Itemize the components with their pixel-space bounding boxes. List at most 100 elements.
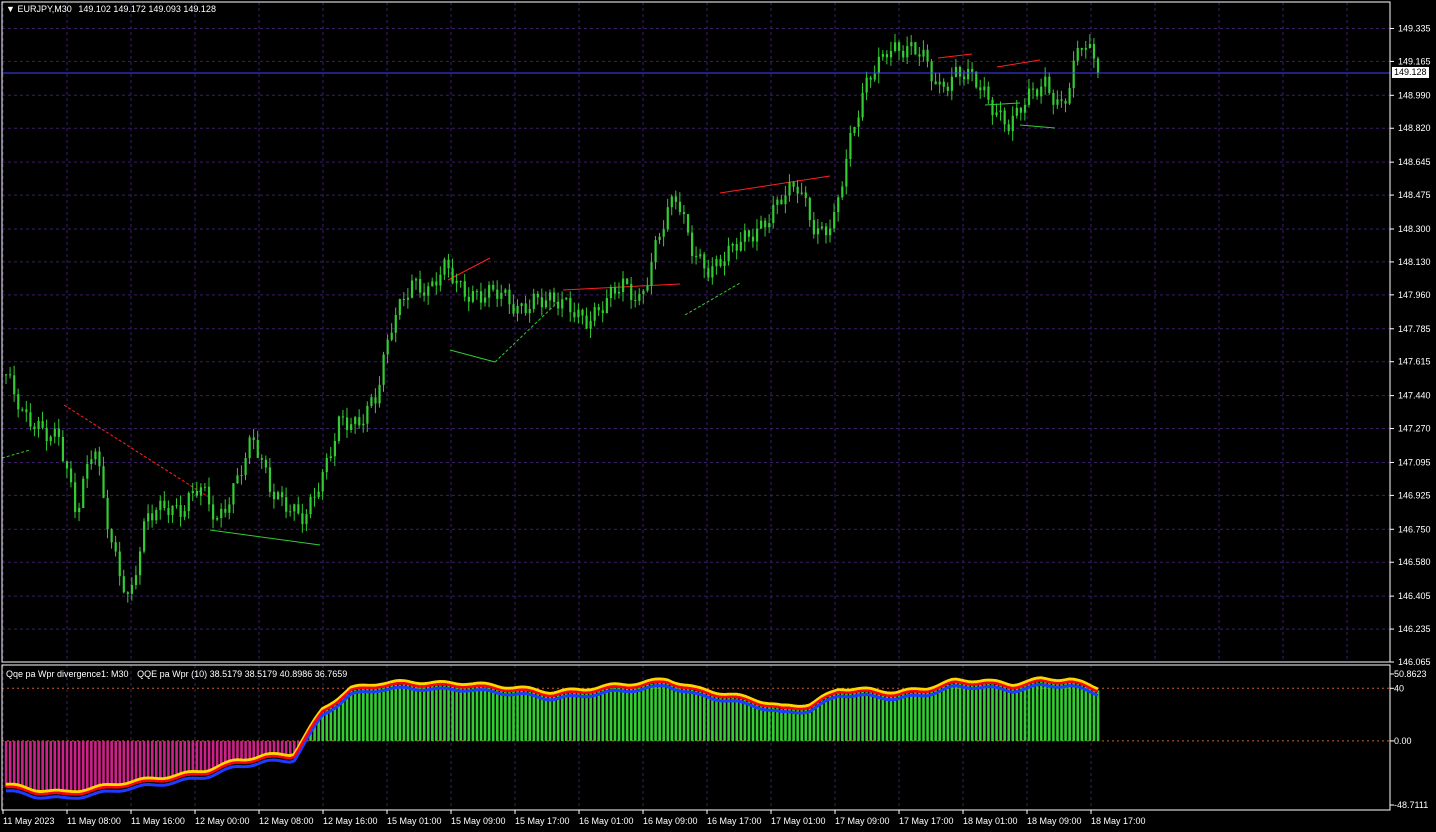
histogram-bar: [938, 687, 942, 741]
candle-body: [800, 192, 803, 194]
candle-body: [130, 585, 134, 594]
histogram-bar: [739, 699, 743, 741]
histogram-bar: [406, 684, 410, 741]
histogram-bar: [569, 693, 572, 741]
candle-body: [423, 292, 426, 296]
candle-body: [106, 497, 109, 530]
candle-body: [443, 259, 446, 275]
histogram-bar: [877, 693, 881, 741]
divergence-line: [562, 283, 681, 291]
histogram-bar: [605, 688, 609, 741]
candle-body: [394, 315, 397, 333]
candle-body: [504, 289, 507, 293]
histogram-bar: [617, 687, 621, 741]
candle-body: [431, 281, 434, 287]
divergence-line: [449, 349, 496, 363]
y-tick-label: 146.405: [1398, 591, 1431, 601]
y-tick-label: 147.095: [1398, 457, 1431, 467]
x-tick-label: 12 May 08:00: [259, 816, 314, 826]
candle-body: [163, 500, 166, 509]
candle-body: [13, 375, 16, 395]
histogram-bar: [861, 691, 864, 741]
candle-body: [337, 416, 341, 441]
y-tick-label: 149.335: [1398, 23, 1431, 33]
y-tick-label: 148.645: [1398, 157, 1431, 167]
histogram-bar: [386, 685, 389, 741]
candle-body: [414, 279, 418, 281]
x-tick-label: 11 May 08:00: [67, 816, 121, 826]
candle-body: [439, 274, 442, 286]
candle-body: [1076, 48, 1079, 61]
candle-body: [419, 279, 422, 293]
histogram-bar: [390, 685, 394, 741]
histogram-bar: [633, 685, 637, 741]
histogram-bar: [366, 687, 369, 741]
sub-y-tick-label: 0.00: [1394, 736, 1412, 746]
candle-body: [674, 196, 677, 202]
histogram-bar: [451, 685, 454, 741]
candle-body: [455, 280, 458, 284]
histogram-bar: [512, 690, 515, 741]
candle-body: [719, 259, 722, 266]
candle-body: [512, 304, 515, 314]
symbol-label: EURJPY,M30: [17, 4, 72, 14]
candle-body: [398, 299, 401, 316]
dropdown-triangle-icon[interactable]: ▼: [6, 4, 15, 14]
candle-body: [796, 186, 799, 194]
candle-body: [321, 472, 324, 492]
histogram-bar: [747, 700, 751, 741]
candle-body: [585, 315, 588, 329]
histogram-bar: [731, 697, 735, 741]
histogram-bar: [910, 692, 913, 741]
divergence-line: [1019, 124, 1056, 129]
histogram-bar: [841, 691, 844, 741]
histogram-bar: [455, 685, 458, 741]
time-axis[interactable]: 11 May 2023 11 May 08:00 11 May 16:00 12 Ma…: [2, 810, 1146, 826]
candle-body: [1084, 47, 1087, 50]
y-tick-label: 146.925: [1398, 490, 1431, 500]
candle-body: [459, 280, 462, 282]
histogram-bar: [711, 693, 714, 741]
candle-body: [366, 405, 369, 424]
histogram-bar: [987, 683, 990, 741]
histogram-bar: [524, 691, 527, 741]
candle-body: [224, 508, 227, 513]
price-axis[interactable]: 149.335 149.165 148.990 148.820 148.645 148.4…: [1390, 23, 1431, 667]
histogram-bar: [922, 691, 925, 741]
histogram-bar: [345, 693, 349, 741]
candle-body: [707, 268, 710, 278]
trading-chart[interactable]: 149.335 149.165 148.990 148.820 148.645 148.4…: [0, 0, 1436, 832]
candle-body: [1092, 43, 1096, 59]
candle-body: [37, 421, 40, 430]
histogram-bar: [784, 709, 787, 741]
histogram-bar: [1023, 684, 1027, 741]
histogram-bar: [73, 740, 77, 794]
candle-body: [885, 54, 889, 58]
candle-body: [167, 508, 170, 516]
candle-body: [203, 486, 207, 488]
histogram-bar: [500, 688, 503, 741]
candle-body: [195, 491, 198, 496]
histogram-bar: [126, 740, 130, 785]
histogram-bar: [532, 692, 536, 741]
main-panel-border: [1, 1, 1391, 663]
histogram-bar: [597, 689, 601, 741]
candle-body: [390, 332, 393, 340]
candle-body: [240, 474, 243, 476]
histogram-bar: [1052, 681, 1055, 741]
histogram-bar: [845, 691, 848, 741]
candle-body: [902, 50, 905, 58]
candle-body: [483, 297, 487, 303]
candle-body: [496, 289, 499, 299]
histogram-bar: [776, 708, 779, 741]
histogram-bar: [853, 691, 856, 741]
histogram-bar: [573, 692, 576, 741]
candle-body: [1011, 115, 1014, 132]
histogram-bar: [889, 694, 893, 741]
candle-body: [191, 491, 194, 494]
histogram-bar: [191, 740, 195, 776]
histogram-bar: [33, 740, 36, 793]
candle-body: [386, 339, 389, 355]
indicator-axis[interactable]: 50.8623 40 0.00 -48.7111: [1390, 669, 1428, 810]
histogram-bar: [163, 740, 166, 780]
